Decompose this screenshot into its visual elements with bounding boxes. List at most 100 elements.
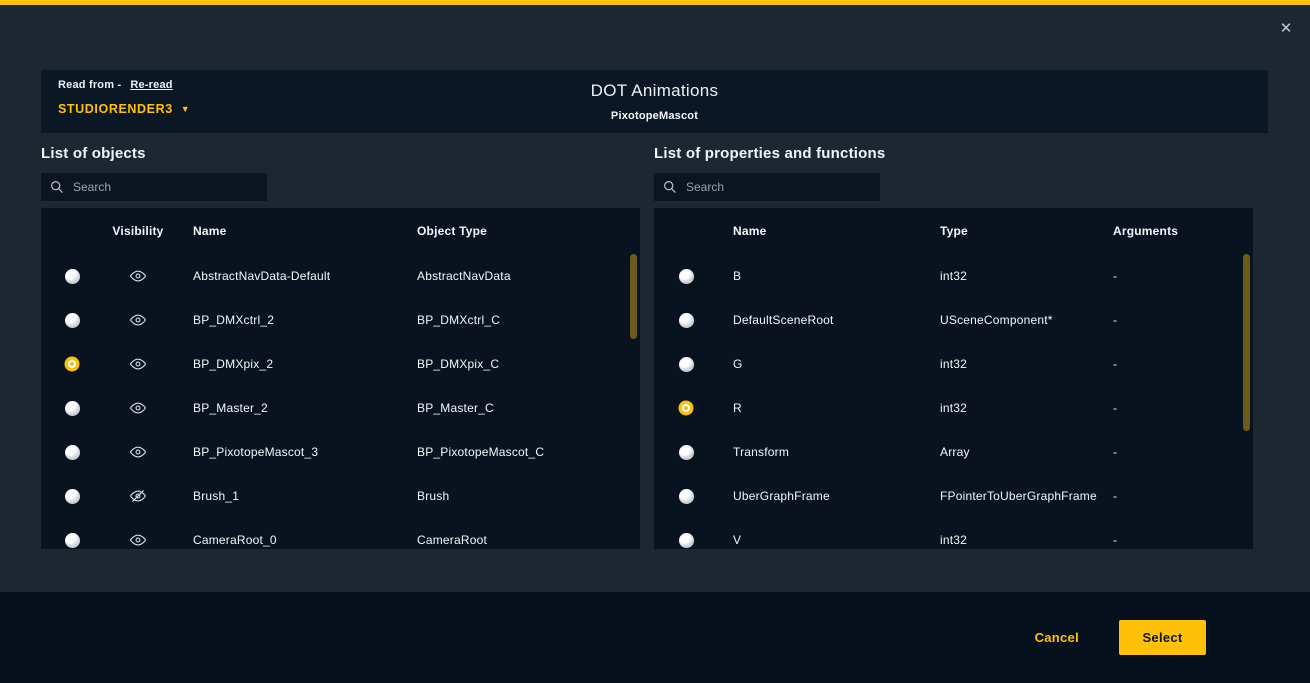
property-name-cell: B [718, 269, 940, 283]
properties-search-input[interactable] [686, 180, 871, 194]
property-type-cell: int32 [940, 533, 1113, 547]
radio-button[interactable] [65, 313, 80, 328]
dialog-footer: Cancel Select [0, 592, 1310, 683]
property-name-cell: DefaultSceneRoot [718, 313, 940, 327]
visibility-eye-icon[interactable] [129, 269, 147, 283]
table-row[interactable]: BP_DMXpix_2 BP_DMXpix_C [41, 342, 640, 386]
table-row[interactable]: BP_DMXctrl_2 BP_DMXctrl_C [41, 298, 640, 342]
radio-button[interactable] [65, 269, 80, 284]
properties-table-body: B int32 - DefaultSceneRoot USceneCompone… [654, 254, 1253, 549]
object-type-cell: BP_Master_C [417, 401, 640, 415]
objects-panel-heading: List of objects [41, 145, 146, 162]
property-arguments-cell: - [1113, 533, 1253, 547]
property-type-cell: Array [940, 445, 1113, 459]
column-header-arguments: Arguments [1113, 224, 1253, 238]
properties-table: Name Type Arguments B int32 - [654, 208, 1253, 549]
radio-button[interactable] [682, 404, 690, 412]
object-name-cell: BP_DMXctrl_2 [173, 313, 417, 327]
column-header-name: Name [718, 224, 940, 238]
property-name-cell: V [718, 533, 940, 547]
radio-button[interactable] [679, 269, 694, 284]
objects-table: Visibility Name Object Type [41, 208, 640, 549]
visibility-eye-icon[interactable] [129, 445, 147, 459]
table-row[interactable]: DefaultSceneRoot USceneComponent* - [654, 298, 1253, 342]
property-arguments-cell: - [1113, 445, 1253, 459]
close-icon[interactable]: ✕ [1275, 18, 1297, 40]
table-row[interactable]: AbstractNavData-Default AbstractNavData [41, 254, 640, 298]
chevron-down-icon: ▼ [181, 105, 191, 114]
object-name-cell: Brush_1 [173, 489, 417, 503]
radio-button[interactable] [679, 533, 694, 548]
cancel-button[interactable]: Cancel [1035, 630, 1079, 645]
object-name-cell: CameraRoot_0 [173, 533, 417, 547]
property-type-cell: int32 [940, 357, 1113, 371]
source-dropdown-value: STUDIORENDER3 [58, 102, 173, 116]
radio-button[interactable] [65, 489, 80, 504]
radio-button[interactable] [65, 533, 80, 548]
select-button[interactable]: Select [1119, 620, 1206, 655]
table-row[interactable]: Transform Array - [654, 430, 1253, 474]
table-row[interactable]: R int32 - [654, 386, 1253, 430]
radio-button[interactable] [65, 401, 80, 416]
column-header-object-type: Object Type [417, 224, 640, 238]
properties-panel-heading: List of properties and functions [654, 145, 885, 162]
visibility-eye-icon[interactable] [129, 313, 147, 327]
table-row[interactable]: UberGraphFrame FPointerToUberGraphFrame … [654, 474, 1253, 518]
objects-scrollbar-thumb[interactable] [630, 254, 637, 339]
dot-animations-dialog: ✕ DOT Animations PixotopeMascot Read fro… [0, 0, 1310, 683]
table-row[interactable]: V int32 - [654, 518, 1253, 549]
properties-table-header: Name Type Arguments [654, 208, 1253, 254]
radio-button[interactable] [68, 360, 76, 368]
table-row[interactable]: BP_PixotopeMascot_3 BP_PixotopeMascot_C [41, 430, 640, 474]
column-header-name: Name [173, 224, 417, 238]
visibility-eye-icon[interactable] [129, 533, 147, 547]
property-name-cell: G [718, 357, 940, 371]
object-type-cell: BP_DMXctrl_C [417, 313, 640, 327]
dialog-header: DOT Animations PixotopeMascot Read from … [41, 70, 1268, 133]
objects-search-box [41, 173, 267, 201]
dialog-title: DOT Animations [41, 81, 1268, 101]
column-header-type: Type [940, 224, 1113, 238]
radio-button[interactable] [679, 489, 694, 504]
visibility-eye-icon[interactable] [129, 401, 147, 415]
properties-scrollbar-thumb[interactable] [1243, 254, 1250, 431]
reread-link[interactable]: Re-read [130, 79, 172, 91]
property-type-cell: USceneComponent* [940, 313, 1113, 327]
table-row[interactable]: B int32 - [654, 254, 1253, 298]
property-name-cell: Transform [718, 445, 940, 459]
property-type-cell: int32 [940, 401, 1113, 415]
table-row[interactable]: Brush_1 Brush [41, 474, 640, 518]
object-name-cell: BP_DMXpix_2 [173, 357, 417, 371]
visibility-eye-icon[interactable] [129, 357, 147, 371]
object-type-cell: AbstractNavData [417, 269, 640, 283]
source-dropdown[interactable]: STUDIORENDER3 ▼ [58, 102, 190, 116]
radio-button[interactable] [65, 445, 80, 460]
properties-search-box [654, 173, 880, 201]
search-icon [50, 180, 64, 194]
object-name-cell: BP_PixotopeMascot_3 [173, 445, 417, 459]
table-row[interactable]: CameraRoot_0 CameraRoot [41, 518, 640, 549]
dialog-subtitle: PixotopeMascot [41, 110, 1268, 122]
property-name-cell: UberGraphFrame [718, 489, 940, 503]
property-name-cell: R [718, 401, 940, 415]
property-arguments-cell: - [1113, 357, 1253, 371]
search-icon [663, 180, 677, 194]
property-arguments-cell: - [1113, 269, 1253, 283]
read-from-label: Read from - [58, 79, 121, 91]
radio-button[interactable] [679, 445, 694, 460]
visibility-eye-icon[interactable] [129, 489, 147, 503]
column-header-visibility: Visibility [103, 224, 173, 238]
radio-button[interactable] [679, 357, 694, 372]
property-arguments-cell: - [1113, 489, 1253, 503]
accent-top-bar [0, 0, 1310, 5]
table-row[interactable]: BP_Master_2 BP_Master_C [41, 386, 640, 430]
table-row[interactable]: G int32 - [654, 342, 1253, 386]
object-type-cell: Brush [417, 489, 640, 503]
radio-button[interactable] [679, 313, 694, 328]
property-type-cell: int32 [940, 269, 1113, 283]
property-type-cell: FPointerToUberGraphFrame [940, 489, 1113, 503]
object-type-cell: BP_PixotopeMascot_C [417, 445, 640, 459]
objects-search-input[interactable] [73, 180, 258, 194]
object-name-cell: BP_Master_2 [173, 401, 417, 415]
object-type-cell: BP_DMXpix_C [417, 357, 640, 371]
